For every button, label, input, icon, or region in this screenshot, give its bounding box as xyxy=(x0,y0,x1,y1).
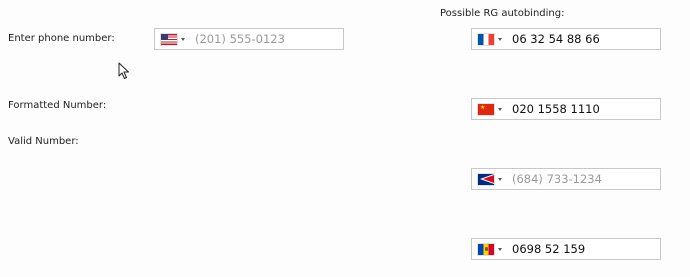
us-flag-icon xyxy=(161,33,177,45)
country-selector[interactable] xyxy=(472,29,506,49)
rg-phone-input-china[interactable] xyxy=(506,99,660,119)
chevron-down-icon xyxy=(181,37,185,41)
chevron-down-icon xyxy=(498,107,502,111)
moldova-flag-icon xyxy=(478,243,494,255)
rg-phone-input-france[interactable] xyxy=(506,29,660,49)
possible-rg-autobinding-label: Possible RG autobinding: xyxy=(440,8,565,19)
rg-phone-input-american-samoa[interactable] xyxy=(506,169,660,189)
enter-phone-label: Enter phone number: xyxy=(8,33,115,44)
chevron-down-icon xyxy=(498,37,502,41)
main-phone-input-field xyxy=(154,28,344,50)
phone-number-input[interactable] xyxy=(189,29,343,49)
mouse-cursor-icon xyxy=(118,62,129,79)
american-samoa-flag-icon xyxy=(478,173,494,185)
country-selector[interactable] xyxy=(155,29,189,49)
country-selector[interactable] xyxy=(472,169,506,189)
chevron-down-icon xyxy=(498,247,502,251)
rg-phone-field-moldova xyxy=(471,238,661,260)
rg-phone-field-france xyxy=(471,28,661,50)
formatted-number-label: Formatted Number: xyxy=(8,100,107,111)
france-flag-icon xyxy=(478,33,494,45)
rg-phone-input-moldova[interactable] xyxy=(506,239,660,259)
china-flag-icon: ★ xyxy=(478,103,494,115)
valid-number-label: Valid Number: xyxy=(8,136,79,147)
country-selector[interactable] xyxy=(472,239,506,259)
rg-phone-field-china: ★ xyxy=(471,98,661,120)
rg-phone-field-american-samoa xyxy=(471,168,661,190)
chevron-down-icon xyxy=(498,177,502,181)
country-selector[interactable]: ★ xyxy=(472,99,506,119)
